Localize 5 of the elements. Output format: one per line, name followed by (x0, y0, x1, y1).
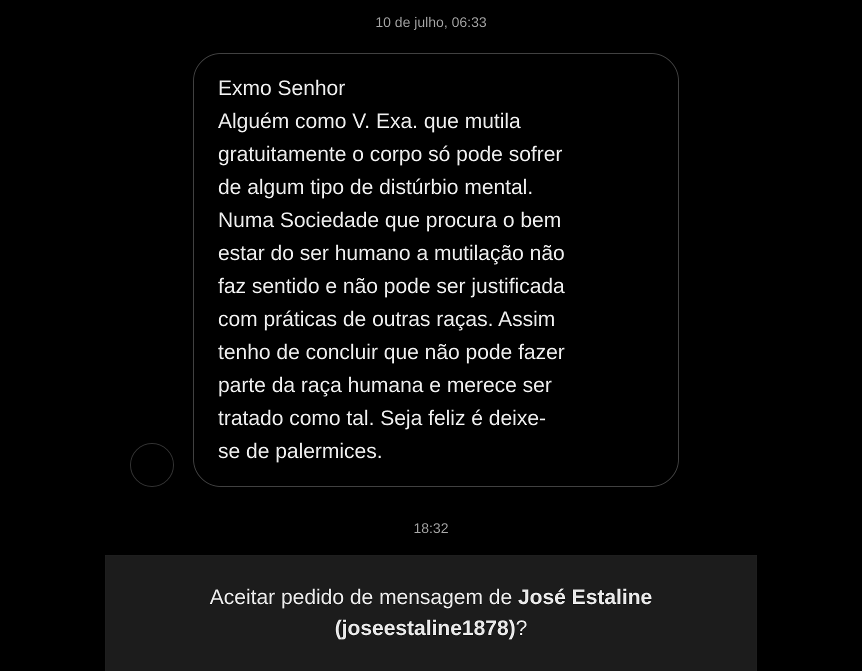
avatar-placeholder (130, 443, 174, 487)
message-text: Exmo Senhor Alguém como V. Exa. que mutila gratuitamente o corpo só pode sofrer de algum tipo de distúrbio mental. Numa Sociedade que procura o bem estar do ser humano a mutilação não faz sentido e não pode ser justificada com práticas de outras raças. Assim tenho de concluir que não pode fazer parte da raça humana e merece ser tratado como tal. Seja feliz é deixe- se de palermices. (218, 76, 566, 465)
timestamp: 10 de julho, 06:33 (375, 13, 487, 32)
request-prompt: Aceitar pedido de mensagem de José Estaline (joseestaline1878)? (208, 585, 654, 642)
timestamp: 18:32 (413, 519, 449, 538)
